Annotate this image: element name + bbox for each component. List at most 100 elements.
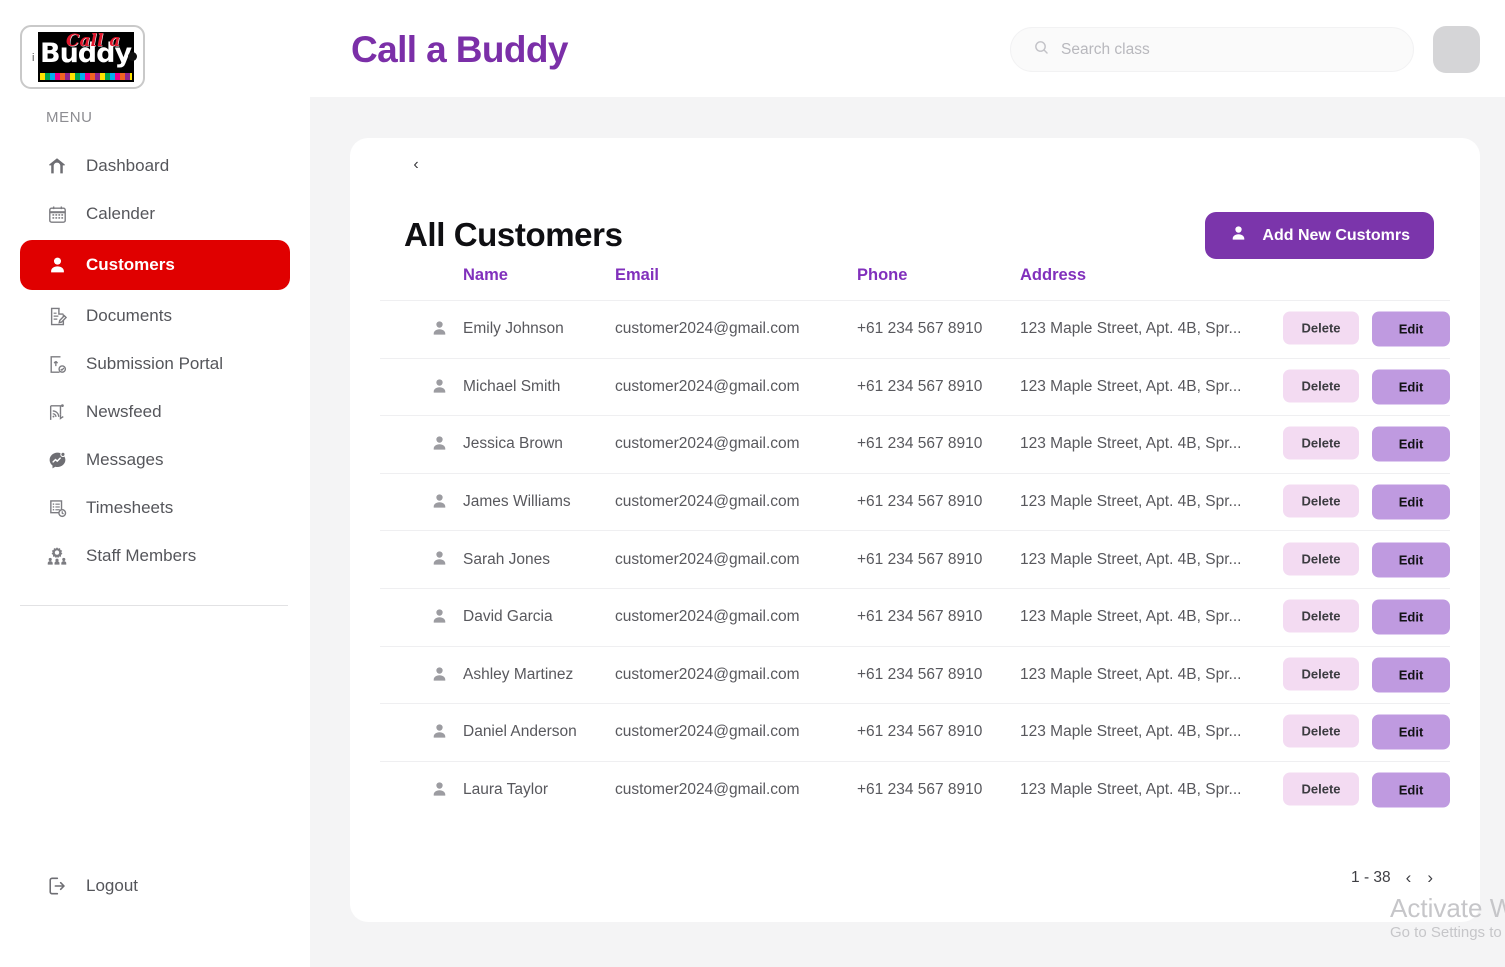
edit-button[interactable]: Edit	[1372, 369, 1450, 405]
sidebar-item-label: Staff Members	[86, 546, 197, 565]
cell-phone: +61 234 567 8910	[857, 435, 983, 453]
cell-address: 123 Maple Street, Apt. 4B, Spr...	[1020, 493, 1242, 511]
sidebar: i Buddy Call a MENU Dashboard Calender C…	[0, 0, 310, 967]
row-avatar-icon	[430, 492, 450, 512]
cell-name: Daniel Anderson	[463, 723, 577, 741]
edit-button[interactable]: Edit	[1372, 542, 1450, 578]
next-page-button[interactable]: ›	[1426, 868, 1434, 888]
cell-phone: +61 234 567 8910	[857, 665, 983, 683]
column-header-name: Name	[463, 266, 508, 284]
delete-button[interactable]: Delete	[1283, 311, 1359, 345]
logo-color-strip	[40, 73, 132, 80]
logout-label: Logout	[86, 876, 138, 895]
table-header-row: Name Email Phone Address	[380, 266, 1450, 300]
cell-address: 123 Maple Street, Apt. 4B, Spr...	[1020, 377, 1242, 395]
row-avatar-icon	[430, 377, 450, 397]
cell-name: Jessica Brown	[463, 435, 563, 453]
back-button[interactable]: ‹	[406, 155, 426, 175]
table-body: Emily Johnson customer2024@gmail.com +61 2…	[380, 300, 1450, 818]
cell-address: 123 Maple Street, Apt. 4B, Spr...	[1020, 320, 1242, 338]
home-icon	[46, 155, 68, 177]
cell-phone: +61 234 567 8910	[857, 608, 983, 626]
cell-name: David Garcia	[463, 608, 553, 626]
column-header-address: Address	[1020, 266, 1087, 284]
cell-email: customer2024@gmail.com	[615, 435, 800, 453]
row-avatar-icon	[430, 665, 450, 685]
cell-name: Emily Johnson	[463, 320, 564, 338]
sidebar-item-label: Dashboard	[86, 156, 170, 175]
sidebar-item-timesheets[interactable]: Timesheets	[20, 486, 290, 530]
row-actions: Delete Edit	[1283, 714, 1450, 750]
table-row: Jessica Brown customer2024@gmail.com +61 2…	[380, 415, 1450, 473]
cell-email: customer2024@gmail.com	[615, 723, 800, 741]
page-range-label: 1 - 38	[1351, 869, 1391, 886]
row-actions: Delete Edit	[1283, 484, 1450, 520]
sidebar-item-newsfeed[interactable]: Newsfeed	[20, 390, 290, 434]
column-header-phone: Phone	[857, 266, 908, 284]
upload-check-icon	[46, 353, 68, 375]
logo-camera-dot	[128, 52, 137, 61]
table-row: Daniel Anderson customer2024@gmail.com +61…	[380, 703, 1450, 761]
row-avatar-icon	[430, 434, 450, 454]
edit-button[interactable]: Edit	[1372, 657, 1450, 693]
table-row: David Garcia customer2024@gmail.com +61 23…	[380, 587, 1450, 646]
avatar[interactable]	[1433, 26, 1480, 73]
edit-button[interactable]: Edit	[1372, 484, 1450, 520]
row-actions: Delete Edit	[1283, 657, 1450, 693]
delete-button[interactable]: Delete	[1283, 369, 1359, 403]
edit-button[interactable]: Edit	[1372, 772, 1450, 808]
column-header-email: Email	[615, 266, 660, 284]
sidebar-item-dashboard[interactable]: Dashboard	[20, 144, 290, 188]
message-chart-icon	[46, 449, 68, 471]
row-actions: Delete Edit	[1283, 599, 1450, 635]
cell-name: James Williams	[463, 493, 571, 511]
sidebar-item-label: Newsfeed	[86, 402, 162, 421]
edit-button[interactable]: Edit	[1372, 426, 1450, 462]
row-actions: Delete Edit	[1283, 311, 1450, 347]
row-actions: Delete Edit	[1283, 542, 1450, 578]
row-avatar-icon	[430, 319, 450, 339]
sidebar-item-label: Customers	[86, 255, 175, 274]
delete-button[interactable]: Delete	[1283, 484, 1359, 518]
sidebar-item-staff-members[interactable]: Staff Members	[20, 534, 290, 578]
delete-button[interactable]: Delete	[1283, 657, 1359, 691]
search-box[interactable]	[1010, 27, 1414, 72]
delete-button[interactable]: Delete	[1283, 426, 1359, 460]
cell-address: 123 Maple Street, Apt. 4B, Spr...	[1020, 781, 1242, 799]
user-icon	[46, 254, 68, 276]
add-new-customer-button[interactable]: Add New Customrs	[1205, 212, 1434, 259]
row-avatar-icon	[430, 780, 450, 800]
sidebar-item-label: Messages	[86, 450, 164, 469]
menu-section-label: MENU	[46, 109, 93, 126]
sidebar-item-submission-portal[interactable]: Submission Portal	[20, 342, 290, 386]
edit-button[interactable]: Edit	[1372, 714, 1450, 750]
sidebar-item-customers[interactable]: Customers	[20, 240, 290, 290]
table-row: James Williams customer2024@gmail.com +61 …	[380, 472, 1450, 531]
sidebar-item-documents[interactable]: Documents	[20, 294, 290, 338]
customers-table: Name Email Phone Address Emily Johnson cu…	[380, 266, 1450, 818]
logo-calla-text: Call a	[66, 32, 121, 51]
row-actions: Delete Edit	[1283, 369, 1450, 405]
pagination: 1 - 38 ‹ ›	[1351, 868, 1434, 888]
page-app-title: Call a Buddy	[351, 29, 569, 70]
delete-button[interactable]: Delete	[1283, 772, 1359, 806]
delete-button[interactable]: Delete	[1283, 714, 1359, 748]
app-root: i Buddy Call a MENU Dashboard Calender C…	[0, 0, 1505, 967]
cell-address: 123 Maple Street, Apt. 4B, Spr...	[1020, 723, 1242, 741]
edit-button[interactable]: Edit	[1372, 599, 1450, 635]
delete-button[interactable]: Delete	[1283, 599, 1359, 633]
cell-phone: +61 234 567 8910	[857, 377, 983, 395]
search-input[interactable]	[1061, 40, 1391, 59]
document-edit-icon	[46, 305, 68, 327]
app-logo[interactable]: i Buddy Call a	[20, 25, 145, 89]
cell-email: customer2024@gmail.com	[615, 377, 800, 395]
edit-button[interactable]: Edit	[1372, 311, 1450, 347]
prev-page-button[interactable]: ‹	[1405, 868, 1413, 888]
delete-button[interactable]: Delete	[1283, 542, 1359, 576]
row-avatar-icon	[430, 722, 450, 742]
logout-button[interactable]: Logout	[46, 875, 138, 897]
cell-name: Michael Smith	[463, 377, 561, 395]
sidebar-item-messages[interactable]: Messages	[20, 438, 290, 482]
sidebar-item-calender[interactable]: Calender	[20, 192, 290, 236]
rss-icon	[46, 401, 68, 423]
